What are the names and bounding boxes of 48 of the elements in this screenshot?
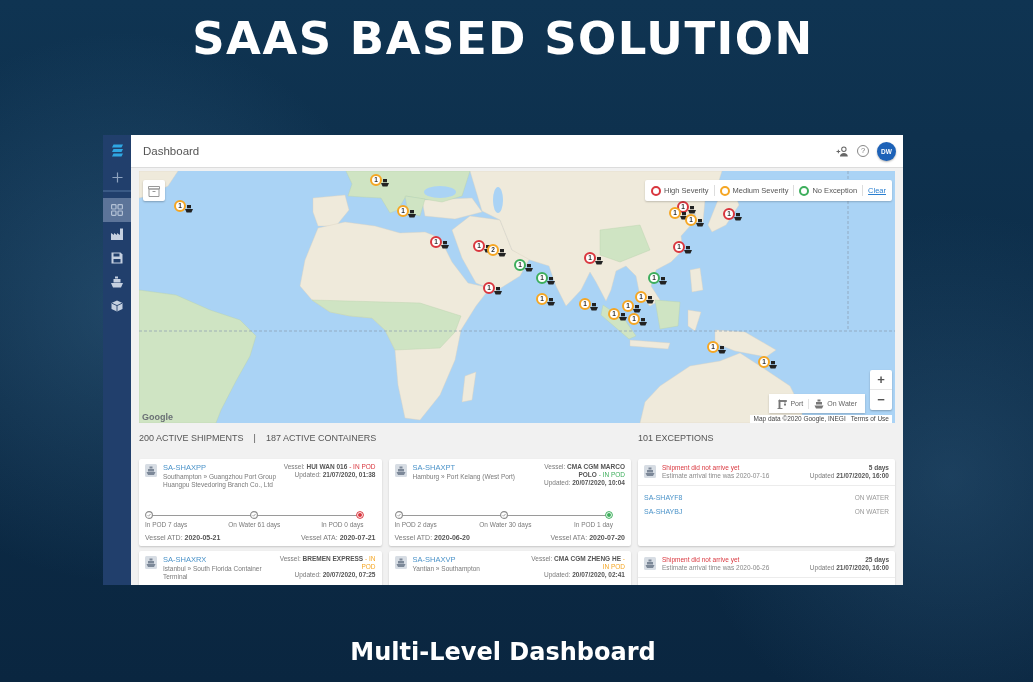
page-caption: Multi-Level Dashboard bbox=[350, 637, 656, 667]
factory-icon bbox=[111, 228, 123, 240]
ship-icon bbox=[547, 298, 555, 306]
ship-icon bbox=[590, 303, 598, 311]
crane-icon bbox=[777, 398, 788, 409]
ship-icon bbox=[394, 464, 407, 477]
shipment-count: 200 ACTIVE SHIPMENTS bbox=[139, 433, 244, 443]
ship-icon bbox=[769, 361, 777, 369]
page-title: SAAS BASED SOLUTION bbox=[192, 14, 814, 64]
ship-icon bbox=[381, 179, 389, 187]
zoom-in-button[interactable]: + bbox=[870, 370, 892, 390]
plus-icon[interactable] bbox=[111, 172, 123, 183]
ship-icon bbox=[734, 213, 742, 221]
zoom-out-button[interactable]: − bbox=[870, 390, 892, 410]
ship-icon bbox=[619, 313, 627, 321]
layers-button[interactable] bbox=[143, 180, 165, 201]
ship-icon bbox=[696, 219, 704, 227]
grid-icon bbox=[111, 204, 123, 216]
ship-icon bbox=[498, 249, 506, 257]
ship-icon bbox=[145, 464, 157, 477]
ship-icon bbox=[639, 318, 647, 326]
ship-icon bbox=[644, 465, 656, 478]
box-icon bbox=[148, 184, 160, 197]
ship-icon bbox=[145, 556, 157, 569]
ship-icon bbox=[408, 210, 416, 218]
ship-icon bbox=[547, 277, 555, 285]
box-icon bbox=[111, 300, 123, 312]
map-logo: Google bbox=[142, 412, 173, 422]
ship-icon bbox=[814, 398, 825, 409]
ship-icon bbox=[633, 305, 641, 313]
ship-icon bbox=[684, 246, 692, 254]
exception-count: 101 EXCEPTIONS bbox=[638, 433, 715, 443]
add-user-icon[interactable] bbox=[836, 145, 849, 157]
ship-icon bbox=[441, 241, 449, 249]
ship-icon bbox=[394, 556, 407, 569]
ship-icon bbox=[525, 264, 533, 272]
ship-icon bbox=[595, 257, 603, 265]
ship-icon bbox=[659, 277, 667, 285]
ship-icon bbox=[718, 346, 726, 354]
ship-icon bbox=[494, 287, 502, 295]
ship-icon bbox=[111, 276, 123, 288]
logo-icon bbox=[111, 143, 123, 157]
ship-icon bbox=[644, 557, 656, 570]
stat-separator: | bbox=[253, 433, 256, 443]
ship-icon bbox=[185, 205, 193, 213]
ship-icon bbox=[646, 296, 654, 304]
page-heading: Dashboard bbox=[143, 145, 201, 157]
container-count: 187 ACTIVE CONTAINERS bbox=[265, 433, 377, 443]
